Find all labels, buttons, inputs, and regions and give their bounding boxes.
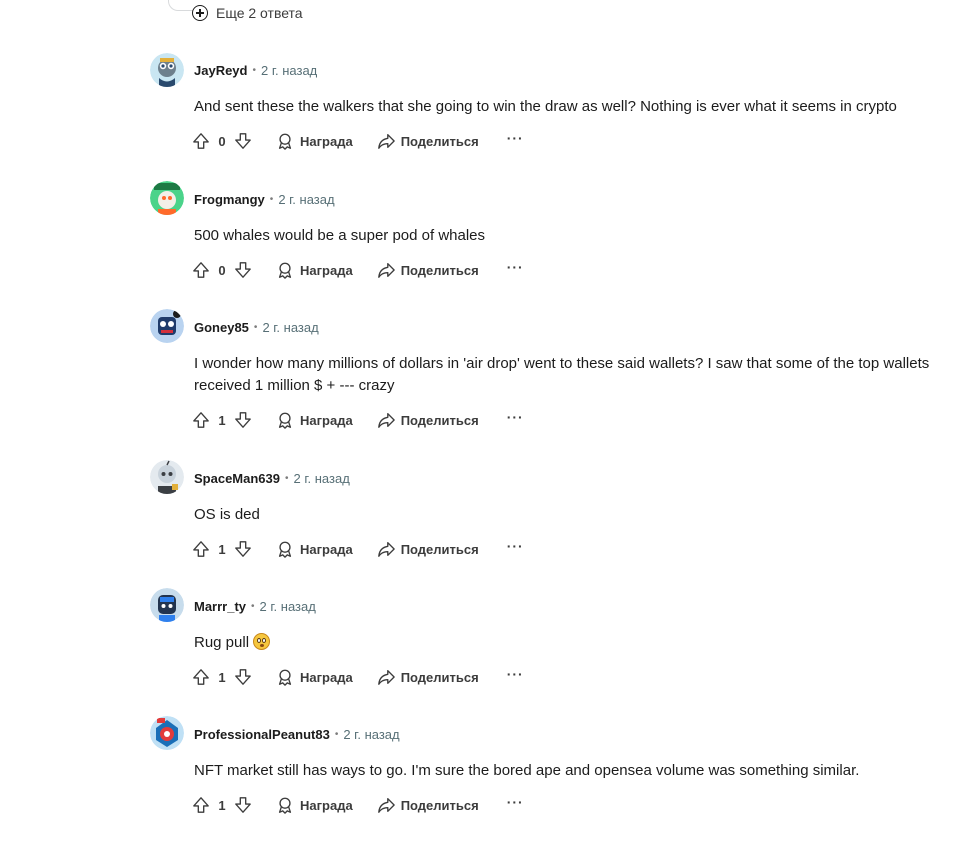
more-options-button[interactable]: ··· <box>507 409 524 425</box>
plus-circle-icon <box>192 5 208 21</box>
separator-dot: • <box>334 729 339 740</box>
comment-author[interactable]: SpaceMan639 <box>194 471 280 486</box>
downvote-icon[interactable] <box>234 668 252 686</box>
share-label: Поделиться <box>400 669 479 685</box>
comment-timestamp[interactable]: 2 г. назад <box>260 599 316 614</box>
award-button[interactable]: Награда <box>276 261 353 279</box>
share-icon <box>377 134 395 149</box>
award-button[interactable]: Награда <box>276 411 353 429</box>
comment-author[interactable]: ProfessionalPeanut83 <box>194 727 330 742</box>
award-icon <box>278 669 292 686</box>
award-icon <box>278 262 292 279</box>
vote-score: 1 <box>218 412 226 428</box>
share-button[interactable]: Поделиться <box>377 132 479 150</box>
award-button[interactable]: Награда <box>276 132 353 150</box>
share-label: Поделиться <box>400 412 479 428</box>
share-icon <box>377 263 395 278</box>
avatar[interactable] <box>150 588 184 622</box>
vote-score: 0 <box>218 133 226 149</box>
downvote-icon[interactable] <box>234 132 252 150</box>
more-replies-label: Еще 2 ответа <box>216 5 303 21</box>
upvote-icon[interactable] <box>192 261 210 279</box>
thread-line <box>168 0 193 11</box>
flushed-face-emoji <box>253 633 271 650</box>
separator-dot: • <box>252 65 256 76</box>
award-button[interactable]: Награда <box>276 796 353 814</box>
avatar[interactable] <box>150 309 184 343</box>
award-button[interactable]: Награда <box>276 540 353 558</box>
award-label: Награда <box>300 541 353 557</box>
share-button[interactable]: Поделиться <box>377 411 479 429</box>
share-icon <box>377 413 395 428</box>
downvote-icon[interactable] <box>234 796 252 814</box>
vote-score: 1 <box>218 797 226 813</box>
avatar[interactable] <box>150 716 184 750</box>
separator-dot: • <box>269 194 274 205</box>
upvote-icon[interactable] <box>192 132 210 150</box>
comment-author[interactable]: Goney85 <box>194 320 249 335</box>
award-icon <box>278 412 292 429</box>
more-options-button[interactable]: ··· <box>507 130 524 146</box>
award-label: Награда <box>300 412 353 428</box>
share-label: Поделиться <box>400 797 479 813</box>
upvote-icon[interactable] <box>192 411 210 429</box>
comment-timestamp[interactable]: 2 г. назад <box>261 63 317 78</box>
vote-score: 1 <box>218 541 226 557</box>
separator-dot: • <box>253 322 258 333</box>
share-button[interactable]: Поделиться <box>377 796 479 814</box>
upvote-icon[interactable] <box>192 668 210 686</box>
separator-dot: • <box>251 601 255 612</box>
share-icon <box>377 670 395 685</box>
comment-author[interactable]: Marrr_ty <box>194 599 246 614</box>
upvote-icon[interactable] <box>192 796 210 814</box>
share-button[interactable]: Поделиться <box>377 261 479 279</box>
avatar[interactable] <box>150 181 184 215</box>
comment-text: Rug pull <box>194 634 250 651</box>
award-label: Награда <box>300 262 353 278</box>
vote-score: 0 <box>218 262 226 278</box>
award-icon <box>278 133 292 150</box>
comment-timestamp[interactable]: 2 г. назад <box>262 320 318 335</box>
comment-body: 500 whales would be a super pod of whale… <box>194 227 486 244</box>
upvote-icon[interactable] <box>192 540 210 558</box>
more-replies-button[interactable]: Еще 2 ответа <box>192 2 303 24</box>
award-icon <box>278 541 292 558</box>
more-options-button[interactable]: ··· <box>507 538 524 554</box>
downvote-icon[interactable] <box>234 540 252 558</box>
downvote-icon[interactable] <box>234 411 252 429</box>
award-icon <box>278 797 292 814</box>
comment-timestamp[interactable]: 2 г. назад <box>294 471 350 486</box>
share-label: Поделиться <box>400 262 479 278</box>
comment-author[interactable]: JayReyd <box>194 63 247 78</box>
share-button[interactable]: Поделиться <box>377 668 479 686</box>
comment-timestamp[interactable]: 2 г. назад <box>343 727 399 742</box>
downvote-icon[interactable] <box>234 261 252 279</box>
more-options-button[interactable]: ··· <box>507 259 524 275</box>
share-label: Поделиться <box>400 133 479 149</box>
award-button[interactable]: Награда <box>276 668 353 686</box>
comment-timestamp[interactable]: 2 г. назад <box>278 192 334 207</box>
avatar[interactable] <box>150 460 184 494</box>
comment-author[interactable]: Frogmangy <box>194 192 265 207</box>
vote-score: 1 <box>218 669 226 685</box>
avatar[interactable] <box>150 53 184 87</box>
comment-body: Rug pull <box>194 632 954 654</box>
comment-body: And sent these the walkers that she goin… <box>194 98 897 115</box>
comment-body: NFT market still has ways to go. I'm sur… <box>194 762 860 779</box>
share-button[interactable]: Поделиться <box>377 540 479 558</box>
award-label: Награда <box>300 133 353 149</box>
share-icon <box>377 798 395 813</box>
award-label: Награда <box>300 797 353 813</box>
comment-body: OS is ded <box>194 506 260 523</box>
share-icon <box>377 542 395 557</box>
more-options-button[interactable]: ··· <box>507 794 524 810</box>
share-label: Поделиться <box>400 541 479 557</box>
award-label: Награда <box>300 669 353 685</box>
comment-body: I wonder how many millions of dollars in… <box>194 355 930 394</box>
more-options-button[interactable]: ··· <box>507 666 524 682</box>
separator-dot: • <box>285 473 289 484</box>
